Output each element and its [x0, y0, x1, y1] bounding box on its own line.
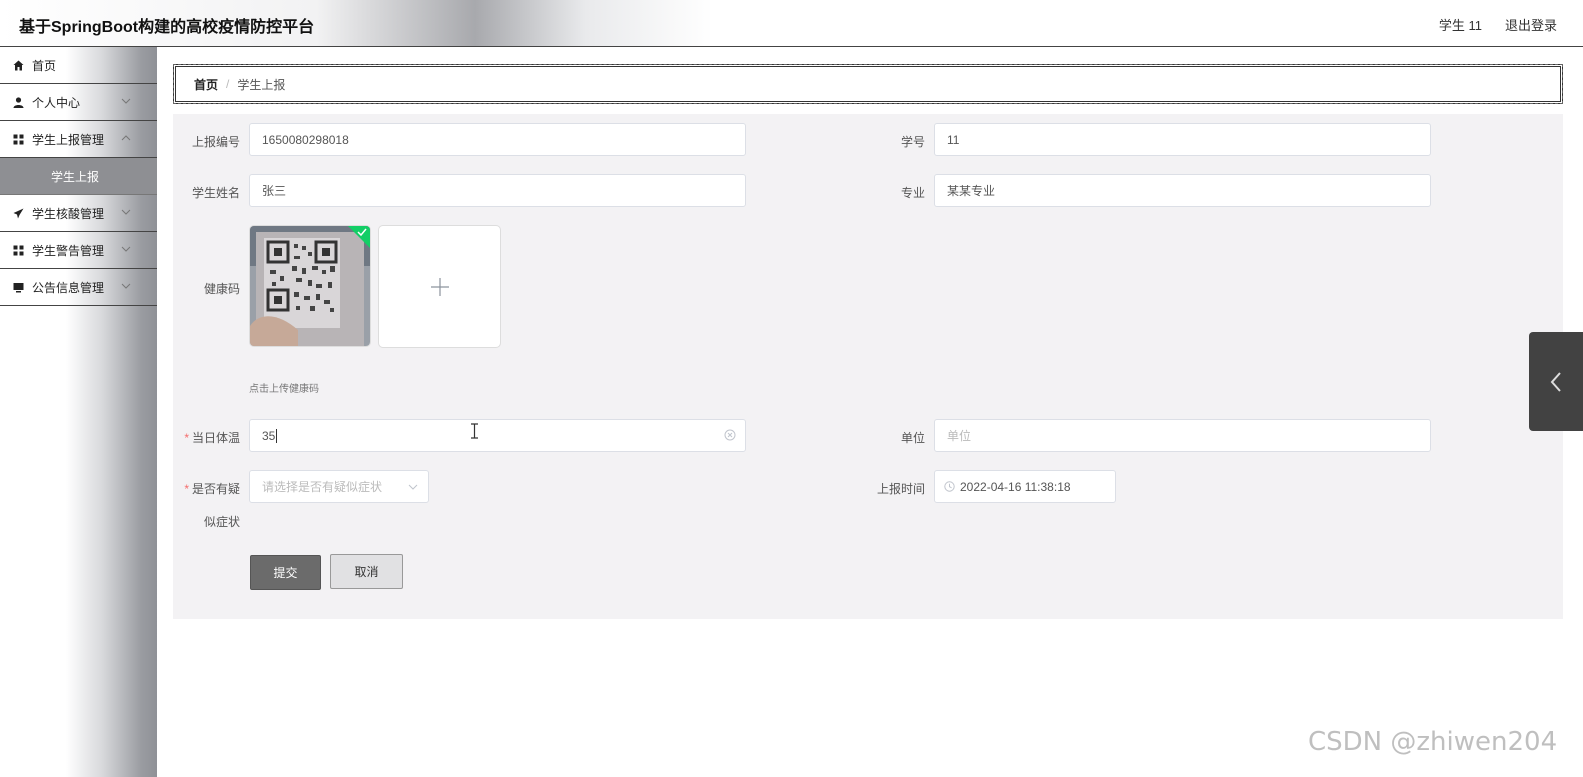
student-id-input[interactable]: 11: [934, 123, 1431, 156]
clock-icon: [944, 481, 955, 492]
chevron-left-icon: [1550, 371, 1561, 392]
student-id-label: 学号: [900, 135, 925, 149]
app-title: 基于SpringBoot构建的高校疫情防控平台: [19, 19, 315, 36]
sidebar-item-label: 首页: [32, 58, 57, 73]
sidebar-subitem-student-report[interactable]: 学生上报: [0, 158, 157, 195]
chevron-down-icon: [121, 246, 131, 252]
health-code-image[interactable]: [249, 225, 371, 347]
chevron-down-icon: [121, 209, 131, 215]
report-time-picker[interactable]: 2022-04-16 11:38:18: [934, 470, 1116, 503]
chevron-down-icon: [121, 98, 131, 104]
chevron-up-icon: [121, 135, 131, 141]
unit-label: 单位: [900, 431, 925, 445]
watermark: CSDN @zhiwen204: [1308, 727, 1558, 757]
side-drawer-toggle[interactable]: [1529, 332, 1583, 431]
health-code-label: 健康码: [203, 282, 240, 296]
breadcrumb-separator: /: [226, 77, 230, 91]
major-label: 专业: [900, 186, 925, 200]
symptom-select[interactable]: 请选择是否有疑似症状: [249, 470, 429, 503]
sidebar: 首页 个人中心 学生上报管理 学生上报 学生核酸管理 学生警告管理 公告信息管理: [0, 47, 157, 777]
logout-link[interactable]: 退出登录: [1505, 15, 1557, 34]
top-header: 基于SpringBoot构建的高校疫情防控平台 学生 11 退出登录: [0, 0, 1583, 47]
breadcrumb-current: 学生上报: [237, 77, 286, 92]
symptom-select-placeholder: 请选择是否有疑似症状: [262, 480, 383, 494]
chevron-down-icon: [408, 484, 418, 490]
sidebar-item-label: 个人中心: [32, 95, 81, 110]
student-name-input[interactable]: 张三: [249, 174, 746, 207]
temperature-label: 当日体温: [173, 429, 240, 446]
major-input[interactable]: 某某专业: [934, 174, 1431, 207]
text-cursor-icon: [471, 423, 478, 439]
report-time-value: 2022-04-16 11:38:18: [960, 479, 1071, 494]
unit-input[interactable]: 单位: [934, 419, 1431, 452]
breadcrumb-home[interactable]: 首页: [194, 76, 218, 93]
sidebar-item-notice-mgmt[interactable]: 公告信息管理: [0, 269, 157, 306]
sidebar-item-student-report-mgmt[interactable]: 学生上报管理: [0, 121, 157, 158]
chevron-down-icon: [121, 283, 131, 289]
symptom-label-cont: 似症状: [203, 515, 240, 529]
sidebar-item-label: 学生上报管理: [32, 132, 105, 147]
sidebar-item-label: 学生警告管理: [32, 243, 105, 258]
upload-add-button[interactable]: [378, 225, 501, 348]
user-icon: [13, 96, 24, 108]
student-name-label: 学生姓名: [191, 186, 240, 200]
sidebar-item-home[interactable]: 首页: [0, 47, 157, 84]
sidebar-item-nucleic-acid-mgmt[interactable]: 学生核酸管理: [0, 195, 157, 232]
report-time-label: 上报时间: [876, 482, 925, 496]
sidebar-item-personal-center[interactable]: 个人中心: [0, 84, 157, 121]
sidebar-item-label: 学生核酸管理: [32, 206, 105, 221]
send-icon: [13, 208, 24, 219]
text-caret: [276, 428, 278, 443]
health-code-upload-hint: 点击上传健康码: [249, 384, 319, 395]
cancel-button[interactable]: 取消: [330, 554, 403, 589]
sidebar-item-label: 公告信息管理: [32, 280, 105, 295]
report-no-label: 上报编号: [191, 135, 240, 149]
submit-button[interactable]: 提交: [250, 555, 321, 590]
report-no-input[interactable]: 1650080298018: [249, 123, 746, 156]
temperature-input[interactable]: 35: [249, 419, 746, 452]
grid-icon: [13, 245, 24, 256]
clear-icon[interactable]: [724, 429, 736, 444]
sidebar-subitem-label: 学生上报: [51, 169, 100, 184]
temperature-value: 35: [262, 428, 276, 443]
monitor-icon: [13, 282, 24, 293]
breadcrumb: 首页 / 学生上报: [173, 64, 1563, 104]
symptom-label: 是否有疑: [173, 480, 240, 497]
sidebar-item-warning-mgmt[interactable]: 学生警告管理: [0, 232, 157, 269]
home-icon: [13, 60, 24, 71]
current-user: 学生 11: [1438, 18, 1482, 33]
plus-icon: [430, 277, 449, 296]
grid-icon: [13, 134, 24, 145]
